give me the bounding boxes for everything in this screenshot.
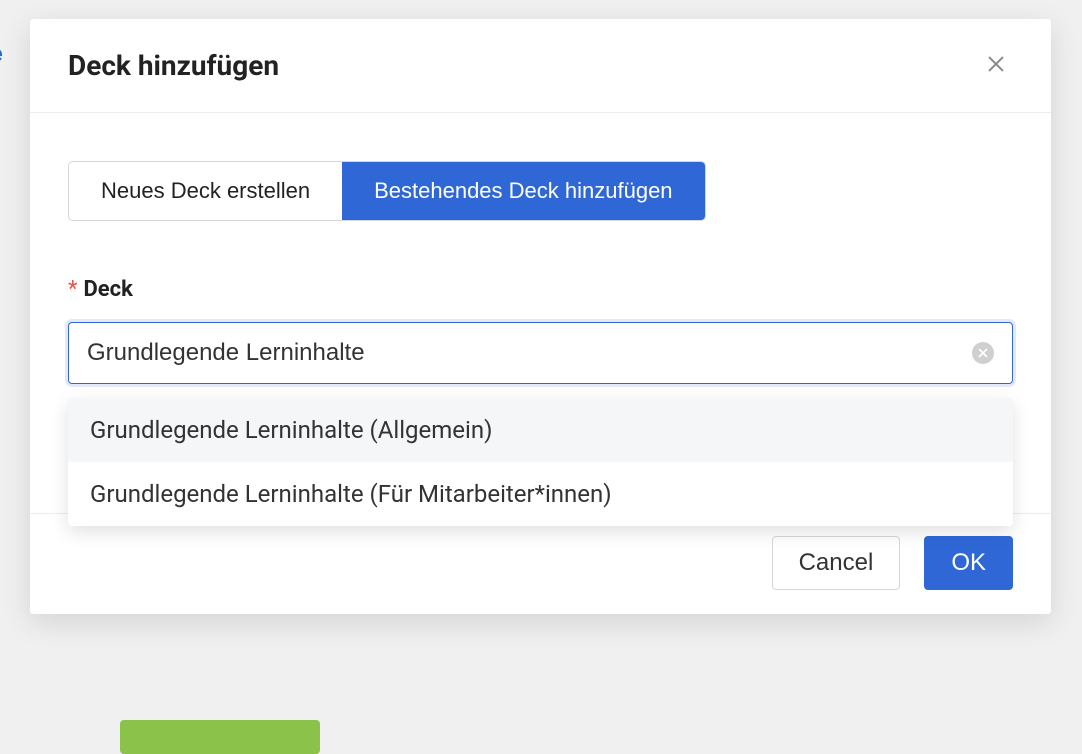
clear-icon [978, 346, 988, 361]
close-button[interactable] [979, 47, 1013, 84]
tab-new-deck[interactable]: Neues Deck erstellen [69, 162, 342, 220]
tab-existing-deck[interactable]: Bestehendes Deck hinzufügen [342, 162, 704, 220]
required-asterisk: * [68, 277, 77, 302]
deck-mode-tabs: Neues Deck erstellen Bestehendes Deck hi… [68, 161, 706, 221]
cancel-button[interactable]: Cancel [772, 536, 901, 590]
deck-select[interactable] [68, 322, 1013, 384]
modal-footer: Cancel OK [30, 513, 1051, 614]
deck-options-dropdown: Grundlegende Lerninhalte (Allgemein) Gru… [68, 398, 1013, 526]
deck-field-label: *Deck [68, 277, 1013, 302]
deck-option[interactable]: Grundlegende Lerninhalte (Für Mitarbeite… [68, 462, 1013, 526]
close-icon [985, 53, 1007, 78]
ok-button[interactable]: OK [924, 536, 1013, 590]
deck-option[interactable]: Grundlegende Lerninhalte (Allgemein) [68, 398, 1013, 462]
modal-header: Deck hinzufügen [30, 19, 1051, 113]
background-chip [120, 720, 320, 754]
modal-body: Neues Deck erstellen Bestehendes Deck hi… [30, 113, 1051, 513]
clear-input-button[interactable] [972, 342, 994, 364]
background-text-hint: le [0, 42, 3, 67]
add-deck-modal: Deck hinzufügen Neues Deck erstellen Bes… [30, 19, 1051, 614]
deck-search-input[interactable] [87, 323, 972, 383]
modal-title: Deck hinzufügen [68, 49, 279, 82]
